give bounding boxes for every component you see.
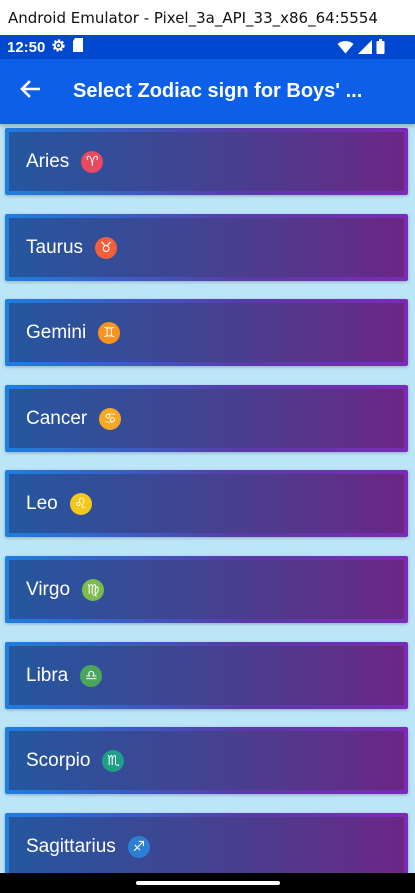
battery-icon — [376, 39, 385, 58]
wifi-icon — [337, 40, 354, 58]
zodiac-item-virgo[interactable]: Virgo ♍ — [5, 556, 408, 623]
window-title: Android Emulator - Pixel_3a_API_33_x86_6… — [8, 8, 378, 27]
zodiac-name: Libra — [26, 664, 69, 686]
arrow-left-icon — [20, 80, 41, 103]
leo-icon: ♌ — [69, 492, 92, 515]
zodiac-name: Taurus — [26, 236, 84, 258]
zodiac-name: Scorpio — [26, 749, 91, 771]
zodiac-item-aries[interactable]: Aries ♈ — [5, 128, 408, 195]
scorpio-icon: ♏ — [102, 749, 125, 772]
cancer-icon: ♋ — [99, 407, 122, 430]
zodiac-item-taurus[interactable]: Taurus ♉ — [5, 214, 408, 281]
zodiac-item-cancer[interactable]: Cancer ♋ — [5, 385, 408, 452]
signal-icon — [358, 39, 372, 58]
zodiac-name: Cancer — [26, 407, 88, 429]
sagittarius-icon: ♐ — [127, 835, 150, 858]
back-button[interactable] — [0, 59, 60, 124]
status-bar: 12:50 — [0, 35, 415, 59]
zodiac-item-sagittarius[interactable]: Sagittarius ♐ — [5, 813, 408, 873]
page-title: Select Zodiac sign for Boys' ... — [73, 80, 363, 102]
status-time: 12:50 — [7, 38, 46, 56]
aries-icon: ♈ — [81, 150, 104, 173]
zodiac-item-libra[interactable]: Libra ♎ — [5, 642, 408, 709]
zodiac-name: Virgo — [26, 578, 71, 600]
zodiac-item-scorpio[interactable]: Scorpio ♏ — [5, 727, 408, 794]
app-bar: Select Zodiac sign for Boys' ... — [0, 59, 415, 124]
zodiac-name: Aries — [26, 150, 70, 172]
zodiac-item-leo[interactable]: Leo ♌ — [5, 470, 408, 537]
gemini-icon: ♊ — [98, 321, 121, 344]
sd-card-icon — [72, 38, 84, 56]
home-gesture-handle[interactable] — [135, 881, 280, 885]
zodiac-list[interactable]: Aries ♈ Taurus ♉ Gemini ♊ Cancer ♋ Leo ♌… — [0, 124, 415, 873]
window-titlebar: Android Emulator - Pixel_3a_API_33_x86_6… — [0, 0, 415, 35]
zodiac-name: Gemini — [26, 321, 87, 343]
zodiac-name: Leo — [26, 492, 58, 514]
zodiac-name: Sagittarius — [26, 835, 116, 857]
libra-icon: ♎ — [80, 664, 103, 687]
taurus-icon: ♉ — [95, 236, 118, 259]
zodiac-item-gemini[interactable]: Gemini ♊ — [5, 299, 408, 366]
gear-icon — [51, 38, 66, 57]
navigation-bar — [0, 873, 415, 893]
virgo-icon: ♍ — [82, 578, 105, 601]
